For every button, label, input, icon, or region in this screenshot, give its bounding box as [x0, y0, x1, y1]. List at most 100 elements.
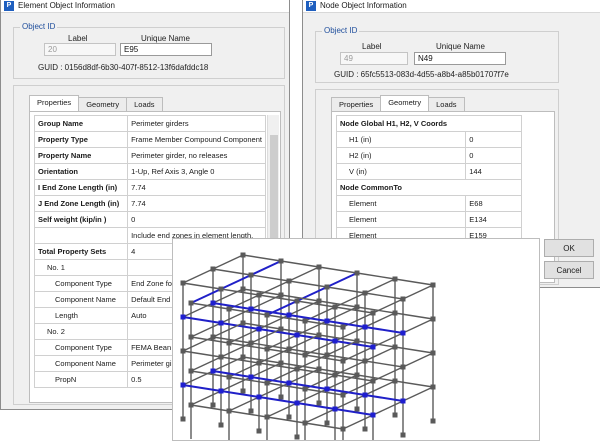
frame-node[interactable]	[226, 306, 232, 312]
beam-member[interactable]	[182, 282, 222, 290]
beam-member[interactable]	[394, 380, 434, 388]
frame-node[interactable]	[256, 360, 262, 366]
frame-node[interactable]	[362, 290, 368, 296]
beam-member[interactable]	[318, 266, 358, 274]
frame-node[interactable]	[240, 252, 246, 258]
tab-geometry[interactable]: Geometry	[380, 95, 430, 111]
geometry-value-cell[interactable]: 0	[465, 147, 522, 164]
frame-node[interactable]	[392, 412, 398, 418]
beam-member[interactable]	[394, 312, 434, 320]
geometry-row[interactable]: Element E68	[335, 195, 522, 212]
beam-member[interactable]	[220, 308, 252, 324]
property-value-cell[interactable]: Perimeter girder, no releases	[127, 147, 266, 164]
frame-node[interactable]	[370, 310, 376, 316]
frame-node[interactable]	[240, 354, 246, 360]
tab-properties[interactable]: Properties	[29, 95, 80, 111]
frame-node[interactable]	[362, 358, 368, 364]
frame-node[interactable]	[218, 354, 224, 360]
beam-member[interactable]	[182, 350, 222, 358]
frame-node[interactable]	[354, 406, 360, 412]
beam-member[interactable]	[212, 268, 252, 276]
frame-node[interactable]	[210, 266, 216, 272]
frame-node[interactable]	[362, 426, 368, 432]
tab-geometry[interactable]: Geometry	[78, 97, 128, 111]
frame-node[interactable]	[400, 398, 406, 404]
frame-node[interactable]	[256, 326, 262, 332]
frame-node[interactable]	[400, 364, 406, 370]
frame-node[interactable]	[210, 334, 216, 340]
frame-node[interactable]	[180, 348, 186, 354]
beam-member[interactable]	[182, 302, 214, 318]
property-row[interactable]: Group Name Perimeter girders	[33, 115, 266, 132]
frame-node[interactable]	[294, 434, 300, 440]
geometry-row[interactable]: Element E134	[335, 211, 522, 228]
beam-member[interactable]	[326, 286, 366, 294]
frame-node[interactable]	[286, 312, 292, 318]
property-value-cell[interactable]: 1-Up, Ref Axis 3, Angle 0	[127, 163, 266, 180]
geometry-value-cell[interactable]: E68	[465, 195, 522, 212]
property-row[interactable]: Property Type Frame Member Compound Compo…	[33, 131, 266, 148]
beam-member[interactable]	[402, 284, 434, 300]
geometry-row[interactable]: H1 (in) 0	[335, 131, 522, 148]
frame-node[interactable]	[218, 320, 224, 326]
beam-member[interactable]	[266, 402, 298, 418]
property-value-cell[interactable]: 7.74	[127, 195, 266, 212]
frame-node[interactable]	[218, 388, 224, 394]
frame-node[interactable]	[240, 388, 246, 394]
frame-node[interactable]	[400, 330, 406, 336]
frame-node[interactable]	[286, 380, 292, 386]
frame-node[interactable]	[264, 380, 270, 386]
frame-node[interactable]	[248, 408, 254, 414]
beam-member[interactable]	[402, 318, 434, 334]
frame-node[interactable]	[180, 382, 186, 388]
frame-node[interactable]	[248, 374, 254, 380]
frame-node[interactable]	[324, 420, 330, 426]
selected-girder[interactable]	[182, 316, 222, 324]
frame-node[interactable]	[256, 394, 262, 400]
frame-node[interactable]	[226, 408, 232, 414]
selected-girder[interactable]	[220, 390, 260, 398]
selected-girder[interactable]	[220, 274, 252, 290]
frame-node[interactable]	[248, 306, 254, 312]
frame-node[interactable]	[302, 352, 308, 358]
frame-node[interactable]	[278, 394, 284, 400]
frame-node[interactable]	[354, 270, 360, 276]
geometry-value-cell[interactable]: 0	[465, 131, 522, 148]
beam-member[interactable]	[304, 422, 344, 430]
property-row[interactable]: Property Name Perimeter girder, no releas…	[33, 147, 266, 164]
beam-member[interactable]	[288, 266, 320, 282]
beam-member[interactable]	[250, 274, 290, 282]
frame-node[interactable]	[218, 286, 224, 292]
frame-node[interactable]	[316, 298, 322, 304]
frame-node[interactable]	[430, 384, 436, 390]
frame-node[interactable]	[370, 344, 376, 350]
frame-node[interactable]	[430, 350, 436, 356]
frame-node[interactable]	[332, 338, 338, 344]
frame-node[interactable]	[324, 284, 330, 290]
frame-node[interactable]	[286, 346, 292, 352]
frame-node[interactable]	[362, 324, 368, 330]
frame-node[interactable]	[362, 392, 368, 398]
frame-node[interactable]	[210, 300, 216, 306]
beam-member[interactable]	[296, 388, 328, 404]
frame-node[interactable]	[180, 416, 186, 422]
frame-node[interactable]	[286, 414, 292, 420]
frame-node[interactable]	[332, 304, 338, 310]
property-value-cell[interactable]: 0	[127, 211, 266, 228]
unique-name-field[interactable]: E95	[120, 43, 212, 56]
beam-member[interactable]	[304, 408, 336, 424]
frame-node[interactable]	[430, 418, 436, 424]
beam-member[interactable]	[190, 404, 230, 412]
frame-node[interactable]	[210, 402, 216, 408]
frame-node[interactable]	[218, 422, 224, 428]
frame-node[interactable]	[392, 378, 398, 384]
property-value-cell[interactable]: Frame Member Compound Component	[127, 131, 266, 148]
frame-node[interactable]	[324, 318, 330, 324]
beam-member[interactable]	[288, 280, 328, 288]
property-value-cell[interactable]: Perimeter girders	[127, 115, 266, 132]
frame-node[interactable]	[316, 400, 322, 406]
property-value-cell[interactable]: 7.74	[127, 179, 266, 196]
frame-node[interactable]	[226, 340, 232, 346]
frame-node[interactable]	[392, 310, 398, 316]
frame-node[interactable]	[324, 386, 330, 392]
